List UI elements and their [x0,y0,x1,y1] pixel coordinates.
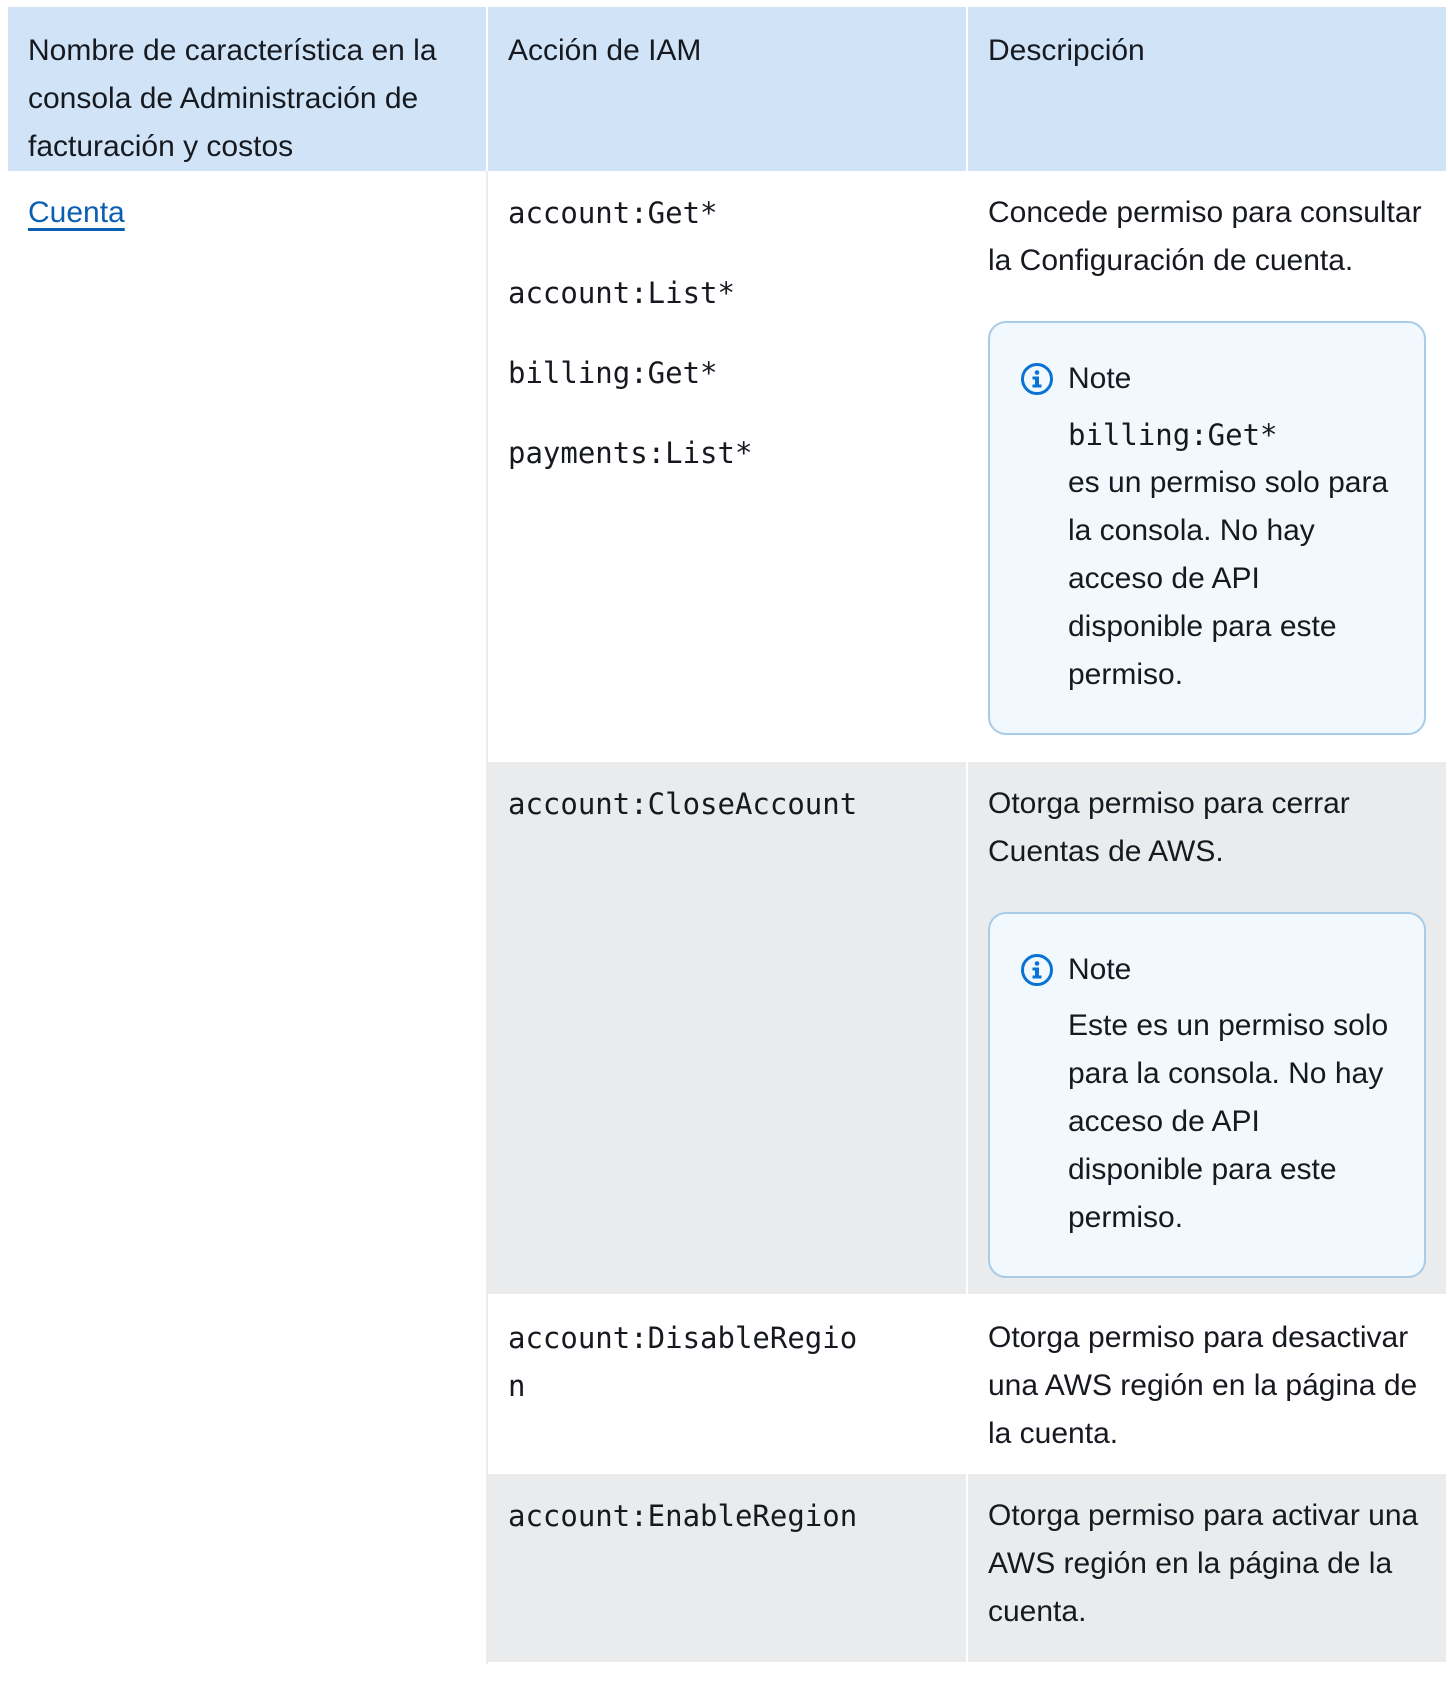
note-code: billing:Get* [1068,418,1278,452]
action-code: account:EnableRegion [508,1499,858,1533]
action-code: account:DisableRegion [508,1321,858,1403]
feature-cell: Cuenta [8,171,488,1663]
description-cell: Otorga permiso para cerrar Cuentas de AW… [967,761,1446,1296]
note-title: Note [1068,362,1132,395]
action-code: account:Get* [508,196,718,230]
permissions-table: Nombre de característica en la consola d… [8,7,1446,1664]
table-row: Cuenta account:Get* account:List* billin… [8,171,1446,1663]
note-body: billing:Get* es un permiso solo para la … [1068,411,1394,699]
description-text: Otorga permiso para activar una AWS regi… [988,1499,1419,1628]
note-body: Este es un permiso solo para la consola.… [1068,1002,1394,1242]
permissions-table-container: Nombre de característica en la consola d… [8,7,1446,1664]
note-box: Note Este es un permiso solo para la con… [988,912,1426,1278]
action-cell: account:CloseAccount [487,761,968,1296]
header-action: Acción de IAM [487,7,968,171]
action-cell: account:DisableRegion [487,1295,968,1474]
action-cell: account:EnableRegion [487,1473,968,1664]
note-text: Este es un permiso solo para la consola.… [1068,1009,1389,1234]
action-code: account:List* [508,276,735,310]
note-text: es un permiso solo para la consola. No h… [1068,466,1389,691]
action-code: billing:Get* [508,356,718,390]
header-feature: Nombre de característica en la consola d… [8,7,488,171]
header-description: Descripción [967,7,1446,171]
note-box: Note billing:Get* es un permiso solo par… [988,321,1426,735]
description-cell: Concede permiso para consultar la Config… [967,171,1446,762]
description-text: Otorga permiso para desactivar una AWS r… [988,1321,1418,1450]
description-text: Concede permiso para consultar la Config… [988,196,1422,277]
action-code: account:CloseAccount [508,787,858,821]
action-cell: account:Get* account:List* billing:Get* … [487,171,968,762]
header-row: Nombre de característica en la consola d… [8,7,1446,171]
note-title: Note [1068,953,1132,986]
description-cell: Otorga permiso para activar una AWS regi… [967,1473,1446,1664]
feature-link-cuenta[interactable]: Cuenta [28,196,125,229]
info-icon [1021,954,1053,986]
info-icon [1021,363,1053,395]
description-text: Otorga permiso para cerrar Cuentas de AW… [988,787,1350,868]
action-code: payments:List* [508,436,753,470]
description-cell: Otorga permiso para desactivar una AWS r… [967,1295,1446,1474]
